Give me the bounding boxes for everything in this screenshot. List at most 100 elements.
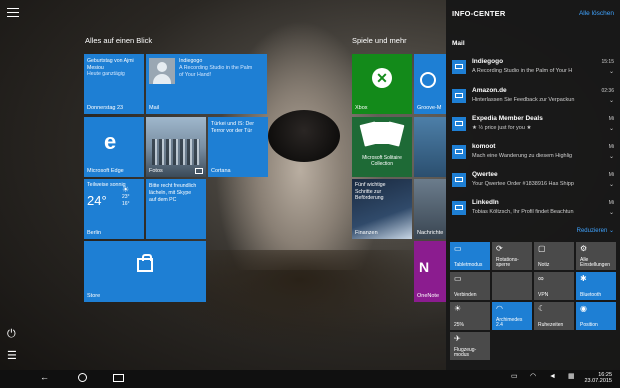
quick-action-tile[interactable]: ⚙ Alle Einstellungen — [576, 242, 616, 270]
back-icon[interactable]: ← — [40, 373, 49, 382]
notification-body: A Recording Studio in the Palm of Your H — [472, 68, 573, 74]
taskbar: ← ▭ ◠ ◄ ▦ 16:25 23.07.2015 — [0, 370, 620, 388]
news-tile[interactable]: Nachrichte — [414, 179, 446, 239]
clock-date: 23.07.2015 — [584, 378, 612, 385]
mail-icon — [452, 145, 466, 159]
sun-icon: ☀ — [122, 185, 130, 194]
quick-action-icon: ✱ — [580, 274, 587, 283]
quick-action-tile[interactable]: ∞ VPN — [534, 272, 574, 300]
action-center-title: INFO-CENTER — [452, 9, 506, 18]
quick-action-label: Bluetooth — [580, 291, 602, 298]
xbox-tile-label: Xbox — [355, 105, 368, 111]
notification-item[interactable]: Expedia Member Deals ★ ½ price just for y… — [446, 112, 620, 138]
clock[interactable]: 16:25 23.07.2015 — [584, 372, 612, 385]
volume-icon[interactable]: ◄ — [549, 373, 556, 380]
weather-low: 16° — [122, 201, 130, 207]
weather-high: 23° — [122, 194, 130, 200]
edge-tile[interactable]: e Microsoft Edge — [84, 117, 144, 177]
mail-preview-line1: A Recording Studio in the Palm — [179, 64, 253, 71]
skype-tile[interactable]: Bitte recht freundlich lächeln, mit Skyp… — [146, 179, 206, 239]
keyboard-icon[interactable]: ▦ — [568, 373, 575, 380]
quick-action-tile[interactable]: ◠ Archimedes 2.4 — [492, 302, 532, 330]
chevron-down-icon[interactable]: ⌄ — [609, 97, 614, 104]
notification-time: 02:36 — [601, 88, 614, 94]
mail-icon — [452, 60, 466, 74]
quick-action-tile[interactable] — [492, 272, 532, 300]
quick-action-label: Archimedes 2.4 — [496, 316, 523, 328]
quick-action-tile[interactable]: ☾ Ruhezeiten — [534, 302, 574, 330]
photos-tile[interactable]: Fotos — [146, 117, 206, 177]
news-preview-tile[interactable] — [414, 117, 446, 177]
quick-action-label: Ruhezeiten — [538, 321, 564, 328]
solitaire-tile-label: Microsoft Solitaire Collection — [362, 155, 402, 167]
solitaire-tile[interactable]: Microsoft Solitaire Collection — [352, 117, 412, 177]
battery-icon[interactable]: ▭ — [511, 373, 518, 380]
quick-action-tile[interactable]: ▭ Tabletmodus — [450, 242, 490, 270]
cortana-tile[interactable]: Türkei und IS: Der Terror vor der Tür Co… — [208, 117, 268, 177]
collapse-link[interactable]: Reduzieren ⌄ — [577, 227, 614, 234]
quick-action-tile[interactable]: ☀ 25% — [450, 302, 490, 330]
notification-time: Mi — [608, 144, 614, 150]
chevron-down-icon[interactable]: ⌄ — [609, 181, 614, 188]
notification-time: Mi — [608, 116, 614, 122]
group-title-overview: Alles auf einen Blick — [85, 36, 153, 45]
mail-icon — [452, 89, 466, 103]
quick-action-label: Verbinden — [454, 291, 477, 298]
power-icon[interactable]: ⏻ — [7, 328, 16, 341]
notification-item[interactable]: LinkedIn Tobias Költzsch, Ihr Profil find… — [446, 196, 620, 222]
chevron-down-icon[interactable]: ⌄ — [609, 209, 614, 216]
groove-tile[interactable]: Groove-M — [414, 54, 446, 114]
mail-tile[interactable]: Indiegogo A Recording Studio in the Palm… — [146, 54, 267, 114]
quick-action-label: Position — [580, 321, 598, 328]
quick-action-icon: ⟳ — [496, 244, 503, 253]
quick-action-icon: ☾ — [538, 304, 546, 313]
quick-action-tile[interactable]: ▢ Notiz — [534, 242, 574, 270]
calendar-event-line1: Geburtstag von Ajmi — [87, 58, 134, 64]
quick-action-icon: ◠ — [496, 304, 503, 313]
all-apps-icon[interactable]: ☰ — [7, 349, 17, 362]
xbox-tile[interactable]: ✕ Xbox — [352, 54, 412, 114]
onenote-tile-label: OneNote — [417, 293, 440, 299]
calendar-tile[interactable]: Geburtstag von Ajmi Mesiou Heute ganztäg… — [84, 54, 144, 114]
cortana-tile-label: Cortana — [211, 168, 231, 174]
notification-item[interactable]: Qwertee Your Qwertee Order #1838916 Has S… — [446, 168, 620, 194]
quick-action-label: Rotations-sperre — [496, 256, 519, 268]
edge-icon: e — [104, 129, 117, 154]
menu-icon[interactable] — [7, 8, 19, 18]
store-tile-label: Store — [87, 293, 101, 299]
quick-action-tile[interactable]: ✈ Flugzeug-modus — [450, 332, 490, 360]
quick-action-tile[interactable]: ⟳ Rotations-sperre — [492, 242, 532, 270]
xbox-icon: ✕ — [372, 68, 392, 88]
quick-action-tile[interactable]: ◉ Position — [576, 302, 616, 330]
clear-all-link[interactable]: Alle löschen — [579, 10, 614, 17]
wallpaper-dog-nose — [268, 110, 340, 162]
mail-icon — [452, 201, 466, 215]
chevron-down-icon[interactable]: ⌄ — [609, 153, 614, 160]
notification-time: 15:15 — [601, 59, 614, 65]
weather-tile-label: Berlin — [87, 230, 102, 236]
notification-time: Mi — [608, 172, 614, 178]
calendar-tile-label: Donnerstag 23 — [87, 105, 124, 111]
quick-action-icon: ☀ — [454, 304, 462, 313]
network-icon[interactable]: ◠ — [530, 373, 536, 380]
store-tile[interactable]: Store — [84, 241, 206, 302]
notification-item[interactable]: Indiegogo A Recording Studio in the Palm … — [446, 55, 620, 81]
notification-title: Qwertee — [472, 171, 498, 178]
quick-action-tile[interactable]: ▭ Verbinden — [450, 272, 490, 300]
chevron-down-icon[interactable]: ⌄ — [609, 68, 614, 75]
quick-action-tile[interactable]: ✱ Bluetooth — [576, 272, 616, 300]
onenote-tile[interactable]: N OneNote — [414, 241, 446, 302]
finance-tile[interactable]: Fünf wichtige Schritte zur Beförderung F… — [352, 179, 412, 239]
mail-sender: Indiegogo — [179, 58, 203, 64]
task-view-icon[interactable] — [113, 374, 124, 382]
notification-body: ★ ½ price just for you ★ — [472, 125, 532, 131]
cortana-search-icon[interactable] — [78, 373, 87, 382]
photos-tile-label: Fotos — [149, 168, 163, 174]
notification-item[interactable]: komoot Mach eine Wanderung zu diesem High… — [446, 140, 620, 166]
quick-action-icon: ∞ — [538, 274, 544, 283]
weather-tile[interactable]: Teilweise sonnig 24° 23° 16° ☀ Berlin — [84, 179, 144, 239]
notification-item[interactable]: Amazon.de Hinterlassen Sie Feedback zur V… — [446, 84, 620, 110]
action-center: INFO-CENTER Alle löschen Mail Indiegogo A… — [446, 0, 620, 370]
mail-preview-line2: of Your Hand! — [179, 71, 212, 78]
chevron-down-icon[interactable]: ⌄ — [609, 125, 614, 132]
